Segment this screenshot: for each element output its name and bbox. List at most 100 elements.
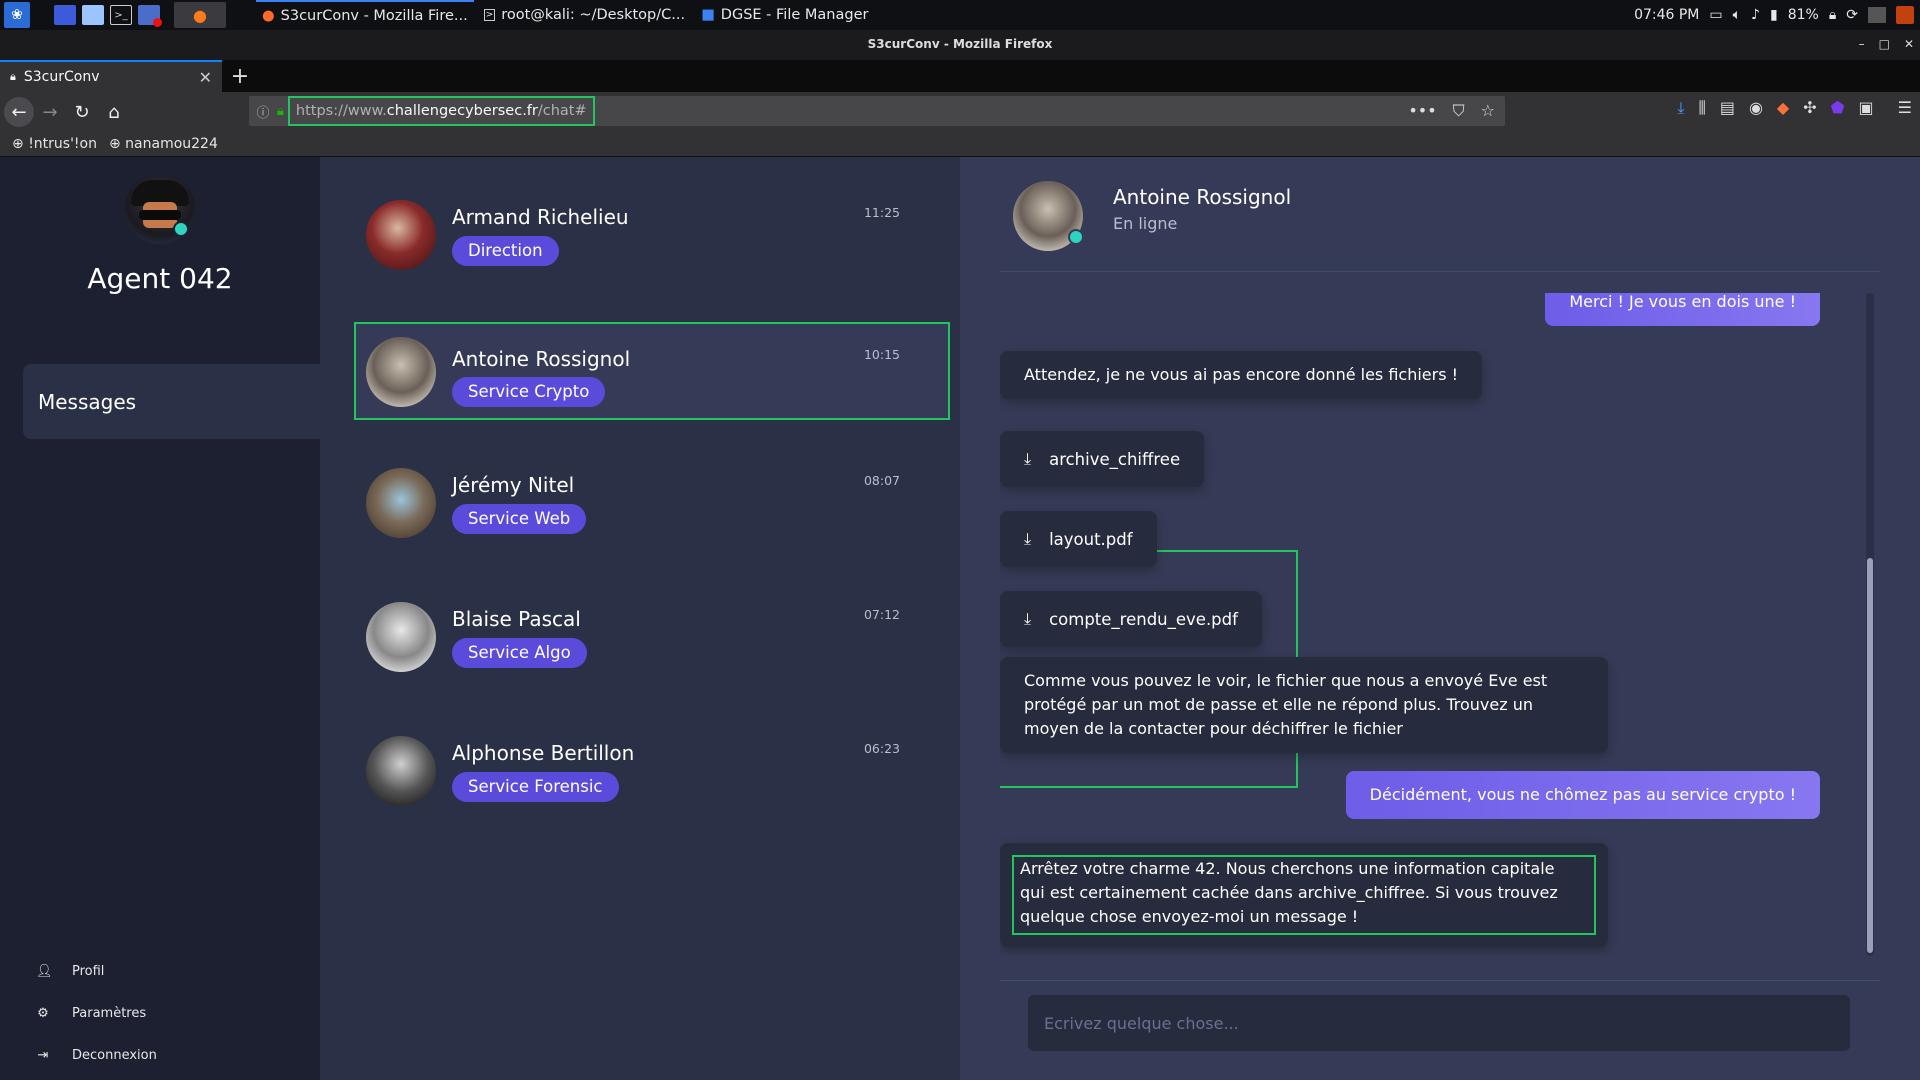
message-scrollbar[interactable] [1866,293,1874,956]
online-status-dot [173,221,189,237]
minimize-icon[interactable]: – [1859,30,1865,58]
terminal-launch-icon[interactable]: >_ [110,5,132,25]
new-tab-button[interactable]: + [222,60,258,92]
message-outgoing: Merci ! Je vous en dois une ! [1545,293,1820,326]
nav-messages[interactable]: Messages [23,364,320,439]
contact-avatar [366,736,436,806]
scrollbar-thumb[interactable] [1867,558,1873,953]
maximize-icon[interactable]: □ [1879,30,1890,58]
online-status-dot [1068,229,1084,245]
power-icon[interactable] [1896,6,1914,24]
screenshot-launch-icon[interactable] [138,5,162,27]
contact-item[interactable]: Alphonse Bertillon Service Forensic 06:2… [354,727,950,825]
contacts-list: Armand Richelieu Direction 11:25 Antoine… [320,157,960,1080]
back-button[interactable]: ← [4,97,34,127]
download-icon: ⤓ [1024,609,1032,628]
url-domain: challengecybersec.fr [386,103,538,119]
message-incoming: Comme vous pouvez le voir, le fichier qu… [1000,657,1608,753]
chat-contact-name: Antoine Rossignol [1113,185,1292,209]
chat-panel: Antoine Rossignol En ligne Merci ! Je vo… [960,157,1920,1080]
contact-item[interactable]: Blaise Pascal Service Algo 07:12 [354,593,950,691]
bookmark-star-icon[interactable]: ☆ [1481,101,1495,121]
file-attachment[interactable]: ⤓ layout.pdf [1000,511,1157,567]
file-attachment[interactable]: ⤓ archive_chiffree [1000,431,1205,487]
extension-puzzle-icon[interactable]: ✣ [1803,98,1816,118]
close-tab-icon[interactable]: ✕ [199,68,212,87]
contact-badge: Direction [452,236,559,266]
account-icon[interactable]: ◉ [1749,98,1763,118]
show-desktop-icon[interactable] [54,5,76,25]
firefox-icon: ● [262,8,275,24]
menu-icon[interactable]: ☰ [1898,98,1912,118]
toolbar-extensions: ⤓ ⫼ ▤ ◉ ◆ ✣ ⬟ ▣ ☰ [1677,98,1912,118]
file-attachment[interactable]: ⤓ compte_rendu_eve.pdf [1000,591,1262,647]
extension-box-icon[interactable]: ▣ [1859,98,1874,118]
contact-badge: Service Forensic [452,772,619,802]
browser-tab[interactable]: 🔒︎ S3curConv ✕ [0,60,222,92]
lock-icon[interactable]: 🔒︎ [1829,7,1836,23]
nav-profil[interactable]: 👤︎ Profil [36,964,104,979]
message-input[interactable] [1028,995,1850,1051]
volume-icon[interactable]: 🔈︎ [1733,7,1741,23]
contact-badge: Service Crypto [452,377,606,407]
message-text-highlighted: Arrêtez votre charme 42. Nous cherchons … [1012,855,1596,935]
message-incoming: Arrêtez votre charme 42. Nous cherchons … [1000,843,1608,947]
terminal-icon: > [483,9,496,21]
window-title: S3curConv - Mozilla Firefox [867,37,1053,51]
contact-avatar [366,602,436,672]
url-bar[interactable]: ⓘ 🔒︎ https://www. challengecybersec.fr/ch… [249,96,1505,126]
sidebar-icon[interactable]: ▤ [1720,98,1735,118]
battery-icon[interactable]: ▮ [1770,7,1778,23]
file-name: compte_rendu_eve.pdf [1049,609,1238,629]
nav-deconnexion[interactable]: ⇥ Deconnexion [36,1048,157,1063]
contact-item-selected[interactable]: Antoine Rossignol Service Crypto 10:15 [354,322,950,420]
extension-shield-icon[interactable]: ⬟ [1831,98,1845,118]
url-path: /chat# [537,103,587,119]
contact-name: Alphonse Bertillon [452,741,635,765]
library-icon[interactable]: ⫼ [1698,98,1705,118]
page-info-icon[interactable]: ⓘ [249,102,277,121]
os-taskbar: ❀ >_ ● ● S3curConv - Mozilla Fire... > r… [0,0,1920,30]
contact-item[interactable]: Armand Richelieu Direction 11:25 [354,191,950,289]
contact-avatar [366,337,436,407]
clock[interactable]: 07:46 PM [1634,7,1699,23]
message-incoming: Attendez, je ne vous ai pas encore donné… [1000,351,1483,399]
task-label: root@kali: ~/Desktop/C... [501,7,686,23]
contact-badge: Service Algo [452,638,587,668]
forward-button[interactable]: → [34,96,66,128]
page-actions-icon[interactable]: ••• [1408,101,1436,121]
contact-time: 07:12 [863,607,900,622]
file-manager-launch-icon[interactable] [82,5,104,25]
close-window-icon[interactable]: ✕ [1904,30,1914,58]
home-button[interactable]: ⌂ [98,96,130,128]
contact-avatar [366,468,436,538]
system-tray: 07:46 PM ▭ 🔈︎ ♪ ▮ 81% 🔒︎ ⟳ [1634,0,1914,30]
notification-bell-icon[interactable]: ♪ [1751,7,1760,23]
nav-label: Profil [72,964,105,979]
contact-item[interactable]: Jérémy Nitel Service Web 08:07 [354,459,950,557]
nav-label: Paramètres [72,1006,147,1021]
pocket-icon[interactable]: ⛉ [1453,101,1465,121]
refresh-icon[interactable]: ⟳ [1846,7,1858,23]
extension-fox-icon[interactable]: ◆ [1777,98,1789,118]
task-file-manager[interactable]: ■ DGSE - File Manager [695,0,874,30]
contact-time: 10:15 [863,347,900,362]
task-label: DGSE - File Manager [720,7,869,23]
composer-divider [1000,980,1880,981]
contact-badge: Service Web [452,504,587,534]
downloads-icon[interactable]: ⤓ [1677,98,1684,118]
task-terminal[interactable]: > root@kali: ~/Desktop/C... [478,0,691,30]
bookmark-item[interactable]: ⊕ nanamou224 [109,136,218,152]
nav-parametres[interactable]: ⚙ Paramètres [36,1006,146,1021]
reload-button[interactable]: ↻ [66,96,98,128]
firefox-launch-icon[interactable]: ● [174,2,226,28]
gear-icon: ⚙ [37,1006,49,1021]
task-firefox[interactable]: ● S3curConv - Mozilla Fire... [256,0,474,30]
kali-menu-icon[interactable]: ❀ [4,2,30,28]
bookmark-item[interactable]: ⊕ !ntrus'!on [12,136,97,152]
display-icon[interactable]: ▭ [1709,7,1722,23]
url-text[interactable]: https://www. challengecybersec.fr/chat# [287,96,595,126]
workspace-icon[interactable] [1868,7,1886,23]
message-list: Merci ! Je vous en dois une ! Attendez, … [1000,293,1840,956]
tab-strip: 🔒︎ S3curConv ✕ + [0,60,1920,92]
